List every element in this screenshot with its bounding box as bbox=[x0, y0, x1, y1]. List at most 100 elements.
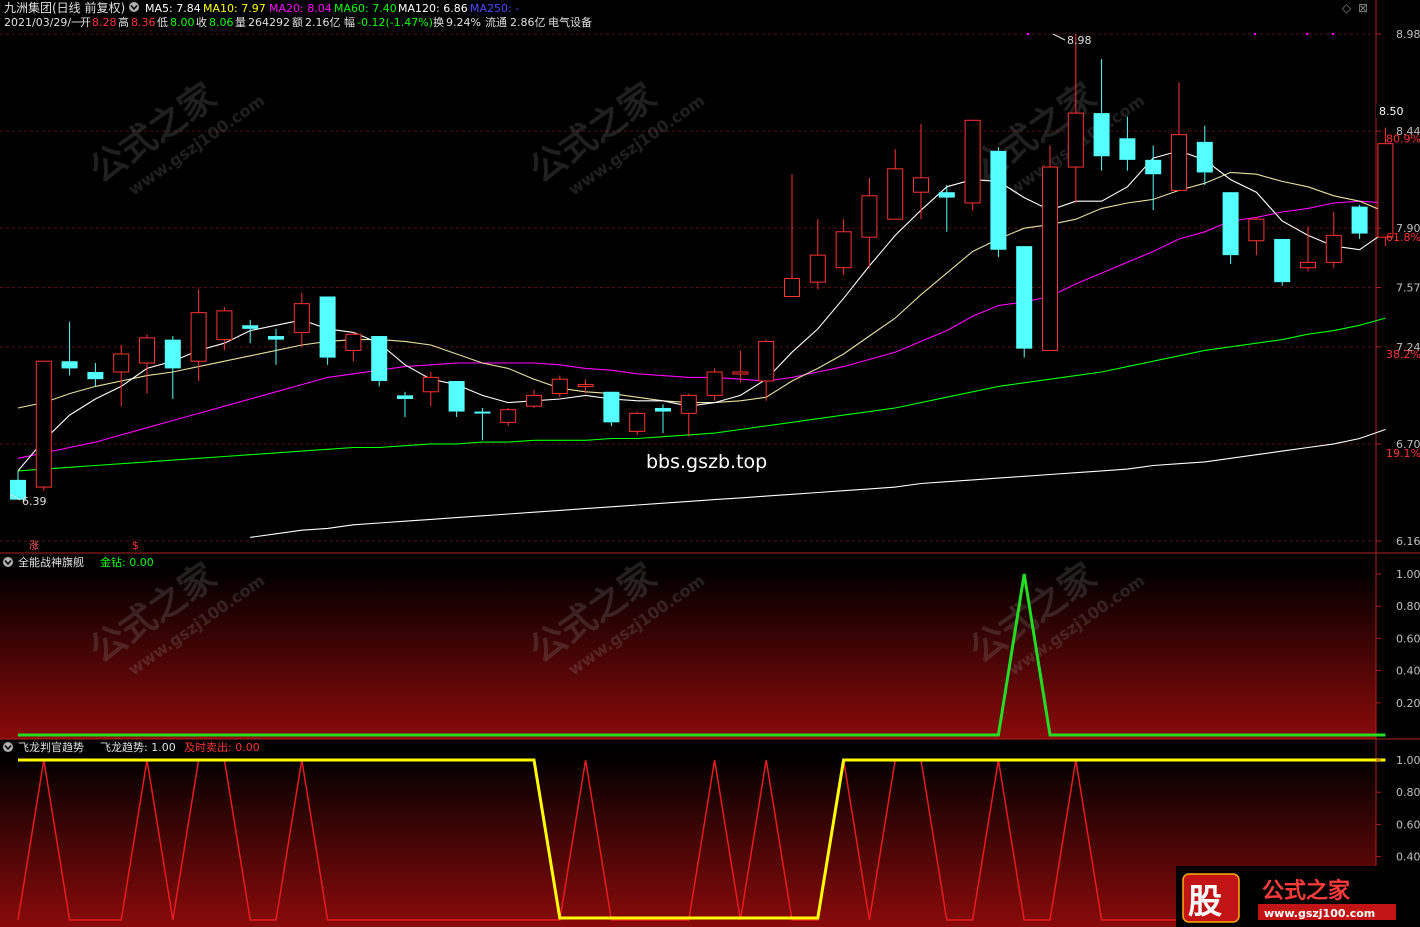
ma10-label: MA10: 7.97 bbox=[203, 2, 266, 15]
candle-body-up bbox=[1067, 112, 1084, 168]
turnover-label: 换 bbox=[433, 15, 444, 29]
peak-price-label: 8.98 bbox=[1067, 34, 1092, 47]
p3-y-tick-label: 0.80 bbox=[1396, 786, 1420, 799]
candle-body-down bbox=[1196, 141, 1213, 173]
signal-dot bbox=[1305, 32, 1309, 36]
sector-value: 电气设备 bbox=[548, 15, 592, 29]
candle-body-up bbox=[835, 231, 852, 269]
logo-url: www.gszj100.com bbox=[1264, 907, 1375, 920]
candle-body-up bbox=[422, 376, 439, 393]
fib-pct-label: 38.2% bbox=[1386, 348, 1420, 361]
candle-body-up bbox=[809, 254, 826, 283]
float-label: 流通 bbox=[485, 15, 507, 29]
price-marker-label: 8.50 bbox=[1379, 105, 1404, 118]
candle-body-down bbox=[1016, 246, 1033, 349]
open-value: 8.28 bbox=[92, 16, 117, 29]
ma120-label: MA120: 6.86 bbox=[398, 2, 468, 15]
ma20-label: MA20: 8.04 bbox=[269, 2, 332, 15]
window-minimize-icon[interactable]: ◇ bbox=[1342, 1, 1352, 15]
bar-date: 2021/03/29/一 bbox=[4, 16, 82, 29]
p3-menu-icon[interactable] bbox=[3, 742, 13, 752]
p3-header: 飞龙判官趋势 飞龙趋势: 1.00 及时卖出: 0.00 bbox=[3, 740, 260, 754]
candle-body-down bbox=[938, 192, 955, 198]
p2-y-tick-label: 0.80 bbox=[1396, 600, 1420, 613]
candle-body-up bbox=[526, 394, 542, 407]
p2-y-tick-label: 0.60 bbox=[1396, 632, 1420, 645]
candle-body-up bbox=[190, 312, 207, 362]
p2-menu-icon[interactable] bbox=[3, 557, 13, 567]
candle-body-up bbox=[1300, 261, 1316, 269]
y-tick-label: 6.16 bbox=[1396, 535, 1420, 548]
candle-body-down bbox=[397, 395, 413, 399]
p3-y-tick-label: 0.60 bbox=[1396, 818, 1420, 831]
amount-label: 额 bbox=[292, 16, 303, 29]
candle-body-up bbox=[861, 195, 878, 238]
high-label: 高 bbox=[118, 15, 129, 29]
candle-body-up bbox=[551, 378, 568, 395]
candle-body-up bbox=[35, 360, 52, 488]
p2-title[interactable]: 全能战神旗舰 bbox=[18, 555, 84, 569]
candle-body-down bbox=[1119, 138, 1136, 160]
candle-body-up bbox=[1377, 143, 1394, 238]
p2-series-label: 金钻: 0.00 bbox=[100, 555, 154, 569]
candle-body-down bbox=[1093, 113, 1110, 157]
candle-body-down bbox=[603, 391, 620, 423]
fib-pct-label: 19.1% bbox=[1386, 447, 1420, 460]
candle-body-down bbox=[474, 411, 491, 414]
candle-body-down bbox=[242, 325, 259, 329]
candle-body-up bbox=[113, 353, 130, 373]
float-value: 2.86亿 bbox=[510, 16, 546, 29]
ma250-label: MA250: - bbox=[470, 2, 519, 15]
p3-panel-bg bbox=[0, 755, 1376, 927]
candle-body-up bbox=[732, 371, 749, 375]
candle-body-down bbox=[1145, 159, 1162, 175]
candle-body-down bbox=[268, 336, 284, 340]
p3-series2-label: 及时卖出: 0.00 bbox=[184, 740, 260, 754]
candle-body-down bbox=[655, 407, 671, 412]
candle-body-up bbox=[784, 278, 800, 297]
signal-dot bbox=[1026, 32, 1030, 36]
dropdown-icon[interactable] bbox=[129, 2, 139, 12]
change-label: 幅 bbox=[344, 16, 355, 29]
candle-body-up bbox=[139, 337, 155, 364]
open-label: 开 bbox=[80, 16, 91, 29]
chart-stage: 公式之家www.gszj100.com 公式之家www.gszj100.com 公式… bbox=[0, 0, 1420, 927]
p2-y-tick-label: 0.20 bbox=[1396, 697, 1420, 710]
p3-title[interactable]: 飞龙判官趋势 bbox=[18, 740, 84, 754]
p2-header: 全能战神旗舰 金钻: 0.00 bbox=[3, 555, 154, 569]
candle-body-down bbox=[1274, 238, 1291, 283]
p3-y-tick-label: 1.00 bbox=[1396, 754, 1420, 767]
logo-char: 股 bbox=[1188, 882, 1222, 922]
candle-body-down bbox=[87, 372, 104, 380]
candle-body-up bbox=[577, 384, 594, 388]
candle-body-up bbox=[887, 168, 904, 220]
candle-body-up bbox=[913, 177, 929, 193]
candle-body-up bbox=[216, 310, 233, 341]
ma5-label: MA5: 7.84 bbox=[145, 2, 201, 15]
low-label: 低 bbox=[157, 16, 168, 29]
low-value: 8.00 bbox=[170, 16, 195, 29]
fib-pct-label: 61.8% bbox=[1386, 231, 1420, 244]
candle-body-up bbox=[706, 371, 723, 396]
volume-value: 264292 bbox=[248, 16, 290, 29]
fib-pct-label: 80.9% bbox=[1386, 132, 1420, 145]
candle-body-down bbox=[990, 150, 1007, 250]
candle-body-down bbox=[1222, 192, 1239, 256]
p3-series1-label: 飞龙趋势: 1.00 bbox=[100, 741, 176, 754]
candle-body-down bbox=[61, 361, 78, 369]
candle-body-down bbox=[448, 380, 465, 412]
close-value: 8.06 bbox=[209, 16, 234, 29]
stock-title[interactable]: 九洲集团(日线 前复权) bbox=[4, 0, 125, 15]
candle-body-up bbox=[1042, 166, 1058, 351]
window-close-icon[interactable]: ⊠ bbox=[1358, 1, 1368, 15]
candle-body-up bbox=[1171, 134, 1187, 191]
candle-body-up bbox=[293, 303, 310, 333]
dollar-marker: $ bbox=[132, 539, 139, 552]
candle-body-up bbox=[345, 333, 362, 351]
candle-body-down bbox=[371, 336, 388, 381]
trough-price-label: 6.39 bbox=[22, 495, 47, 508]
candle-body-up bbox=[758, 340, 775, 382]
logo-text: 公式之家 bbox=[1262, 878, 1351, 904]
candle-body-up bbox=[1325, 234, 1342, 263]
p3-y-axis: 1.00 0.80 0.60 0.40 bbox=[1376, 754, 1420, 864]
